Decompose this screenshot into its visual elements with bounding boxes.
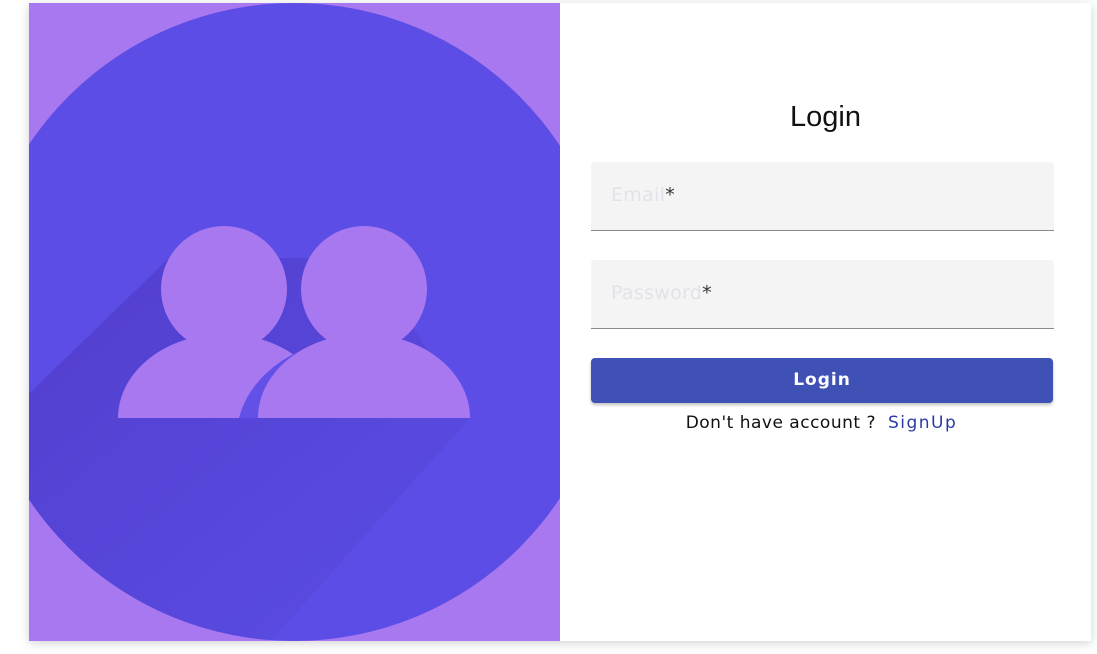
signup-link[interactable]: SignUp	[888, 413, 957, 433]
password-field-label: Password*	[611, 282, 712, 304]
signup-row: Don't have account ? SignUp	[560, 413, 1083, 433]
password-field[interactable]: Password*	[591, 260, 1054, 329]
email-field[interactable]: Email*	[591, 162, 1054, 231]
login-illustration	[29, 3, 560, 641]
users-group-icon	[29, 3, 560, 641]
password-required-marker: *	[702, 282, 712, 304]
signup-prompt: Don't have account ?	[685, 413, 876, 433]
login-button[interactable]: Login	[591, 358, 1053, 403]
login-form-panel: Login Email* Password* Login Don't have …	[560, 3, 1091, 641]
email-field-label: Email*	[611, 184, 676, 206]
login-card: Login Email* Password* Login Don't have …	[29, 3, 1091, 641]
email-required-marker: *	[665, 184, 676, 206]
login-title: Login	[790, 101, 861, 133]
